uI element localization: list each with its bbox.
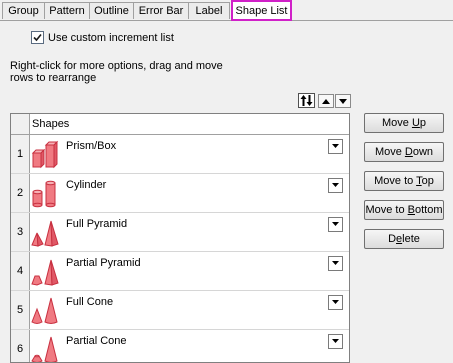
dropdown-arrow-icon [332,339,339,343]
row-number: 4 [11,252,30,290]
delete-button[interactable]: Delete [364,229,444,249]
shape-name: Full Cone [66,296,114,308]
shape-name: Partial Pyramid [66,257,141,269]
sort-button[interactable] [298,93,315,108]
row-number: 3 [11,213,30,251]
shape-name: Prism/Box [66,140,117,152]
button-accelerator: D [404,146,413,158]
row-number: 2 [11,174,30,212]
shapes-column-header: Shapes [30,114,349,135]
row-number: 6 [11,330,30,362]
move-up-button[interactable]: Move Up [364,113,444,133]
prism-box-icon [31,140,59,169]
shape-row-partial-cone[interactable]: 6 Partial Cone [11,330,349,362]
full-cone-icon [31,297,58,324]
cylinder-icon [32,180,56,208]
button-label: ottom [415,204,443,216]
move-to-bottom-button[interactable]: Move to Bottom [364,200,444,220]
tab-shape-list[interactable]: Shape List [231,0,292,21]
button-accelerator: U [411,117,420,129]
triangle-up-icon [322,99,330,104]
button-label: Move [374,146,405,158]
row-number: 5 [11,291,30,329]
tab-bar: Group Pattern Outline Error Bar Label Sh… [0,0,453,21]
button-label: Move to [365,204,408,216]
row-number: 1 [11,135,30,173]
checkmark-icon [33,33,42,42]
dropdown-arrow-icon [332,300,339,304]
shape-row-full-cone[interactable]: 5 Full Cone [11,291,349,330]
tab-label[interactable]: Label [188,2,230,19]
shape-name: Cylinder [66,179,107,191]
shapes-grid[interactable]: Shapes 1 Prism/Box 2 Cylinder 3 Full Pyr… [10,113,350,363]
button-label: own [412,146,434,158]
shape-name: Full Pyramid [66,218,128,230]
shape-row-partial-pyramid[interactable]: 4 Partial Pyramid [11,252,349,291]
custom-increment-label: Use custom increment list [48,32,174,44]
tab-outline[interactable]: Outline [89,2,134,19]
shape-row-full-pyramid[interactable]: 3 Full Pyramid [11,213,349,252]
tab-divider [0,20,453,21]
partial-pyramid-icon [31,259,59,286]
shape-dropdown[interactable] [328,217,343,232]
custom-increment-checkbox[interactable] [31,31,44,44]
dropdown-arrow-icon [332,183,339,187]
shape-dropdown[interactable] [328,178,343,193]
rearrange-hint: Right-click for more options, drag and m… [10,60,240,84]
partial-cone-icon [31,336,58,362]
move-to-top-button[interactable]: Move to Top [364,171,444,191]
grid-corner [11,114,30,135]
shape-row-prism-box[interactable]: 1 Prism/Box [11,135,349,174]
button-label: Move to [374,175,417,187]
shape-name: Partial Cone [66,335,127,347]
button-label: D [388,233,397,245]
triangle-down-icon [339,99,347,104]
full-pyramid-icon [31,220,59,247]
dropdown-arrow-icon [332,222,339,226]
button-accelerator: B [407,204,415,216]
button-label: Move [381,117,412,129]
tab-pattern[interactable]: Pattern [44,2,90,19]
shape-dropdown[interactable] [328,256,343,271]
shape-dropdown[interactable] [328,295,343,310]
button-label: p [419,117,427,129]
scroll-down-button[interactable] [335,94,351,108]
tab-error-bar[interactable]: Error Bar [133,2,189,19]
shape-row-cylinder[interactable]: 2 Cylinder [11,174,349,213]
dropdown-arrow-icon [332,261,339,265]
scroll-up-button[interactable] [318,94,334,108]
dropdown-arrow-icon [332,144,339,148]
tab-group[interactable]: Group [2,2,45,19]
move-down-button[interactable]: Move Down [364,142,444,162]
sort-arrows-icon [300,95,313,106]
button-label: lete [402,233,420,245]
shape-dropdown[interactable] [328,139,343,154]
hint-line-1: Right-click for more options, drag and m… [10,60,223,72]
button-label: op [421,175,434,187]
hint-line-2: rows to rearrange [10,72,97,84]
shape-dropdown[interactable] [328,334,343,349]
